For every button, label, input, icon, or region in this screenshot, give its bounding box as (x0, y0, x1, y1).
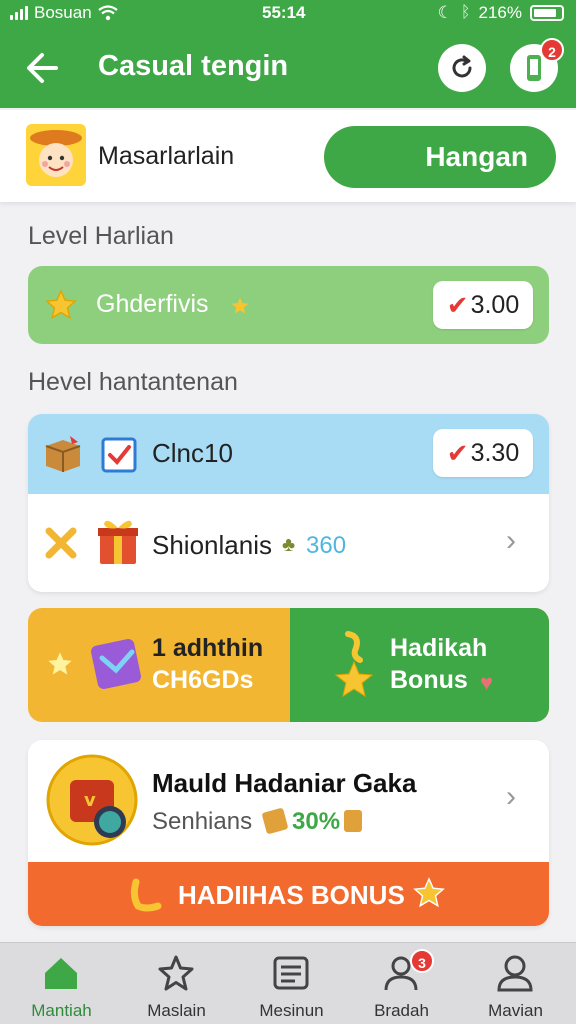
tab-mavian-label: Mavian (488, 1001, 543, 1020)
tab-home-label: Mantiah (31, 1001, 92, 1020)
moon-icon: ☾ (437, 3, 453, 22)
notification-button[interactable]: 2 (510, 38, 564, 92)
bonus-bar-label: HADIIHAS BONUS (178, 880, 405, 910)
list-icon (273, 956, 309, 990)
blue-card-row-2[interactable]: Shionlanis ♣ 360 › (28, 494, 549, 592)
refresh-icon (452, 55, 472, 78)
app-bar: Casual tengin 2 (0, 26, 576, 108)
status-bar: Bosuan 55:14 ☾ ᛒ 216% (0, 0, 576, 26)
tab-mavian[interactable]: Mavian (458, 943, 573, 1024)
tab-maslain-label: Maslain (147, 1001, 206, 1020)
status-time: 55:14 (262, 3, 306, 22)
section-title-hevel: Hevel hantantenan (28, 368, 238, 396)
envelope-icon (91, 639, 141, 689)
svg-text:v: v (84, 790, 96, 811)
chevron-right-icon: › (506, 524, 516, 557)
bottom-tab-bar: Mantiah Maslain Mesinun 3 Bradah Mavian (0, 942, 576, 1024)
battery-percent: 216% (478, 3, 522, 22)
tab-home[interactable]: Mantiah (4, 943, 119, 1024)
refresh-button[interactable] (438, 44, 486, 92)
star-outline-icon (158, 955, 194, 991)
hangan-button-label: Hangan (425, 141, 528, 172)
split-right-panel[interactable]: Hadikah Bonus ♥ (290, 608, 549, 722)
split-promo-card: 1 adhthin CH6GDs Hadikah Bonus ♥ (28, 608, 549, 722)
split-right-line-1: Hadikah (390, 634, 488, 662)
tab-bradah-badge: 3 (410, 949, 434, 973)
signal-icon (10, 6, 28, 20)
small-star-icon (231, 297, 249, 314)
star-icon (334, 631, 374, 698)
split-left-line-1: 1 adhthin (152, 634, 264, 662)
split-left-line-2: CH6GDs (152, 666, 254, 694)
blue-card: Clnc10 ✔ 3.30 Shionlanis ♣ 360 › (28, 414, 549, 592)
green-card-value: 3.00 (470, 290, 520, 319)
home-icon (45, 958, 77, 989)
horn-icon (130, 878, 162, 912)
ticket-icon-2 (344, 810, 362, 832)
split-left-panel[interactable]: 1 adhthin CH6GDs (28, 608, 290, 722)
green-card-label: Ghderfivis (96, 290, 209, 318)
tab-mesinun[interactable]: Mesinun (234, 943, 349, 1024)
star-icon (413, 877, 445, 908)
wifi-icon (97, 5, 118, 21)
battery-icon (530, 5, 564, 21)
gift-icon (98, 520, 138, 564)
bonus-card[interactable]: v Mauld Hadaniar Gaka Senhians 30% › HAD… (28, 740, 549, 926)
status-right: ☾ ᛒ 216% (438, 3, 564, 23)
blue-row-2-label: Shionlanis (152, 530, 272, 560)
star-icon (45, 289, 77, 320)
bonus-jar-icon: v (46, 754, 138, 846)
ticket-icon (261, 807, 289, 835)
profile-row: Masarlarlain Hangan (0, 110, 576, 202)
chevron-right-icon: › (506, 780, 516, 813)
heart-icon: ♥ (480, 670, 494, 695)
plant-icon: ♣ (282, 534, 296, 556)
bonus-card-sub-label: Senhians (152, 808, 253, 835)
bonus-card-title: Mauld Hadaniar Gaka (152, 768, 417, 798)
bluetooth-icon: ᛒ (460, 4, 471, 21)
check-icon: ✔ (446, 289, 469, 320)
green-card-value-pill: ✔ 3.00 (433, 281, 533, 329)
profile-name: Masarlarlain (98, 142, 235, 170)
cross-icon (45, 527, 77, 559)
profile-icon (497, 955, 533, 992)
blue-row-1-value-pill: ✔ 3.30 (433, 429, 533, 477)
back-button[interactable] (22, 48, 62, 88)
split-right-line-2: Bonus (390, 666, 468, 694)
blue-row-2-value: 360 (306, 532, 347, 559)
tab-bradah-label: Bradah (374, 1001, 429, 1020)
check-icon: ✔ (446, 437, 469, 468)
bonus-card-sub-value: 30% (292, 808, 341, 835)
tab-bradah[interactable]: 3 Bradah (344, 943, 459, 1024)
avatar-face-icon (26, 124, 86, 186)
checkbox-icon (101, 437, 137, 473)
box-icon (45, 436, 81, 472)
blue-row-1-label: Clnc10 (152, 438, 233, 468)
tab-mesinun-label: Mesinun (259, 1001, 324, 1020)
blue-card-row-1[interactable]: Clnc10 ✔ 3.30 (28, 414, 549, 494)
tab-maslain[interactable]: Maslain (119, 943, 234, 1024)
status-left: Bosuan (10, 3, 118, 23)
bonus-bar-button[interactable]: HADIIHAS BONUS (28, 862, 549, 926)
notification-badge: 2 (540, 38, 564, 62)
avatar[interactable] (26, 124, 86, 186)
section-title-level: Level Harlian (28, 222, 174, 250)
blue-row-1-value: 3.30 (470, 438, 520, 467)
star-icon (48, 652, 72, 675)
green-level-card[interactable]: Ghderfivis ✔ 3.00 (28, 266, 549, 344)
carrier-name: Bosuan (34, 3, 92, 22)
page-title: Casual tengin (98, 50, 289, 82)
hangan-button[interactable]: Hangan (324, 126, 556, 188)
arrow-left-icon (27, 53, 58, 83)
